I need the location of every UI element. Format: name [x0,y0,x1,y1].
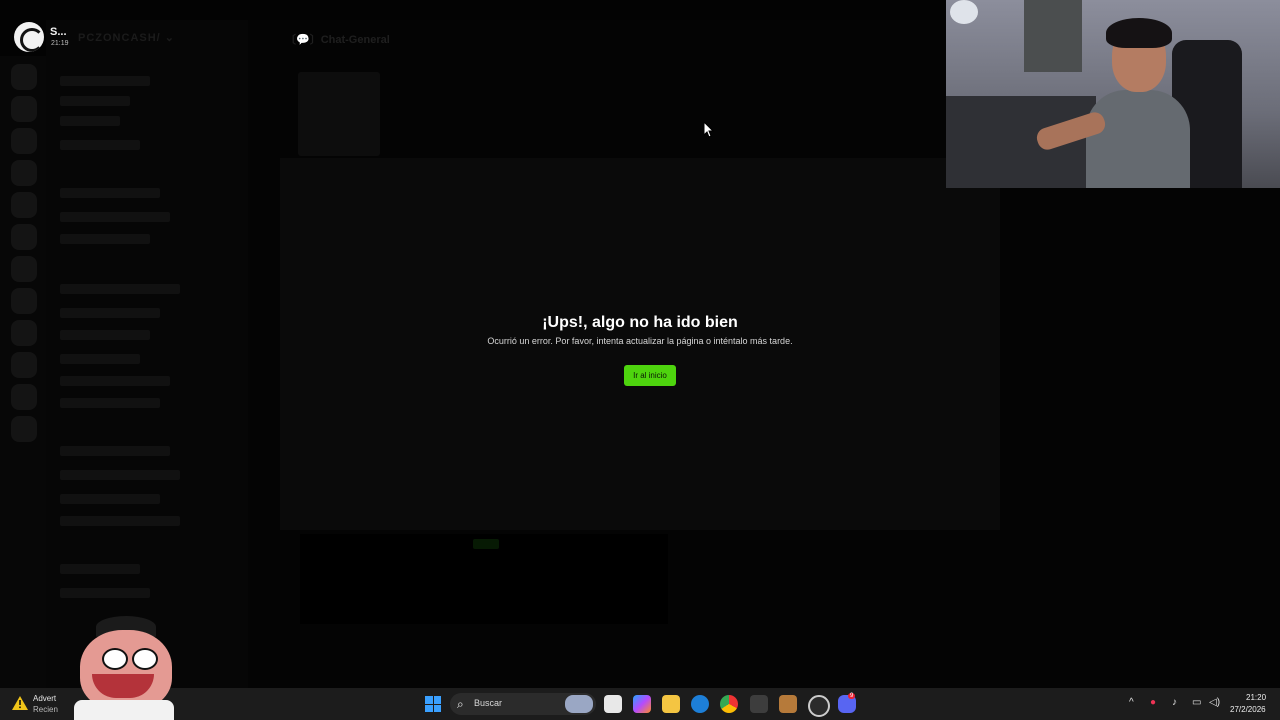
channel-row[interactable] [60,376,170,386]
channel-row[interactable] [60,188,160,198]
server-icon[interactable] [11,256,37,282]
channel-row[interactable] [60,564,140,574]
tray-app-icon[interactable]: ● [1150,697,1156,708]
search-highlight-icon [565,695,593,713]
server-icon[interactable] [11,288,37,314]
account-avatar[interactable] [14,22,44,52]
wall-poster [1024,0,1082,72]
copilot-icon[interactable] [633,695,651,713]
toast-title[interactable]: Advert [33,694,56,703]
error-title: ¡Ups!, algo no ha ido bien [542,314,738,331]
warning-icon [12,696,28,710]
fan [950,0,978,24]
channel-row[interactable] [60,398,160,408]
file-explorer-icon[interactable] [662,695,680,713]
windows-start-icon[interactable] [425,696,441,712]
server-icon[interactable] [11,384,37,410]
channel-row[interactable] [60,354,140,364]
chrome-icon[interactable] [720,695,738,713]
server-rail [0,56,46,688]
server-icon[interactable] [11,160,37,186]
server-icon[interactable] [11,96,37,122]
clock-time[interactable]: 21:20 [1246,693,1266,702]
search-placeholder[interactable]: Buscar [474,698,502,708]
streamer-hair [1106,18,1172,48]
account-name: S... [50,26,67,38]
embed-button[interactable] [473,539,499,549]
pepe-sticker [62,614,178,720]
channel-row[interactable] [60,96,130,106]
channel-row[interactable] [60,234,150,244]
search-icon: ⌕ [457,697,464,711]
task-view-icon[interactable] [604,695,622,713]
network-icon[interactable]: ▭ [1192,697,1201,708]
app-icon[interactable] [779,695,797,713]
microphone-icon[interactable]: ♪ [1172,697,1177,708]
pepe-eye [102,648,128,670]
channel-header: 〔💬〕Chat-General [285,34,390,46]
webcam-overlay [946,0,1280,188]
server-icon[interactable] [11,320,37,346]
pepe-eye [132,648,158,670]
account-time: 21:19 [51,40,69,47]
channel-row[interactable] [60,308,160,318]
channel-row[interactable] [60,494,160,504]
toast-subtitle: Recien [33,705,58,714]
channel-panel [46,20,248,688]
channel-row[interactable] [60,284,180,294]
server-icon[interactable] [11,352,37,378]
error-message: Ocurrió un error. Por favor, intenta act… [487,336,793,346]
server-icon[interactable] [11,416,37,442]
chevron-up-icon[interactable]: ^ [1129,697,1134,708]
channel-row[interactable] [60,588,150,598]
channel-row[interactable] [60,140,140,150]
error-modal: ¡Ups!, algo no ha ido bien Ocurrió un er… [280,158,1000,530]
pepe-shirt [74,700,174,720]
server-icon[interactable] [11,64,37,90]
server-name[interactable]: PCZONCASH/ ⌄ [78,31,175,44]
channel-row[interactable] [60,76,150,86]
channel-row[interactable] [60,516,180,526]
channel-row[interactable] [60,116,120,126]
go-home-button[interactable]: Ir al inicio [624,365,676,386]
server-icon[interactable] [11,224,37,250]
edge-icon[interactable] [691,695,709,713]
channel-row[interactable] [60,470,180,480]
message-image[interactable] [298,72,380,156]
steam-icon[interactable] [808,695,830,717]
desk [946,96,1096,188]
channel-row[interactable] [60,212,170,222]
pepe-face [80,630,172,710]
server-icon[interactable] [11,192,37,218]
streamer-shirt [1086,90,1190,188]
server-icon[interactable] [11,128,37,154]
channel-row[interactable] [60,330,150,340]
channel-row[interactable] [60,446,170,456]
mouse-cursor-icon [704,122,714,138]
clock-date[interactable]: 27/2/2026 [1230,705,1266,714]
volume-icon[interactable]: ◁) [1209,697,1220,708]
store-icon[interactable] [750,695,768,713]
